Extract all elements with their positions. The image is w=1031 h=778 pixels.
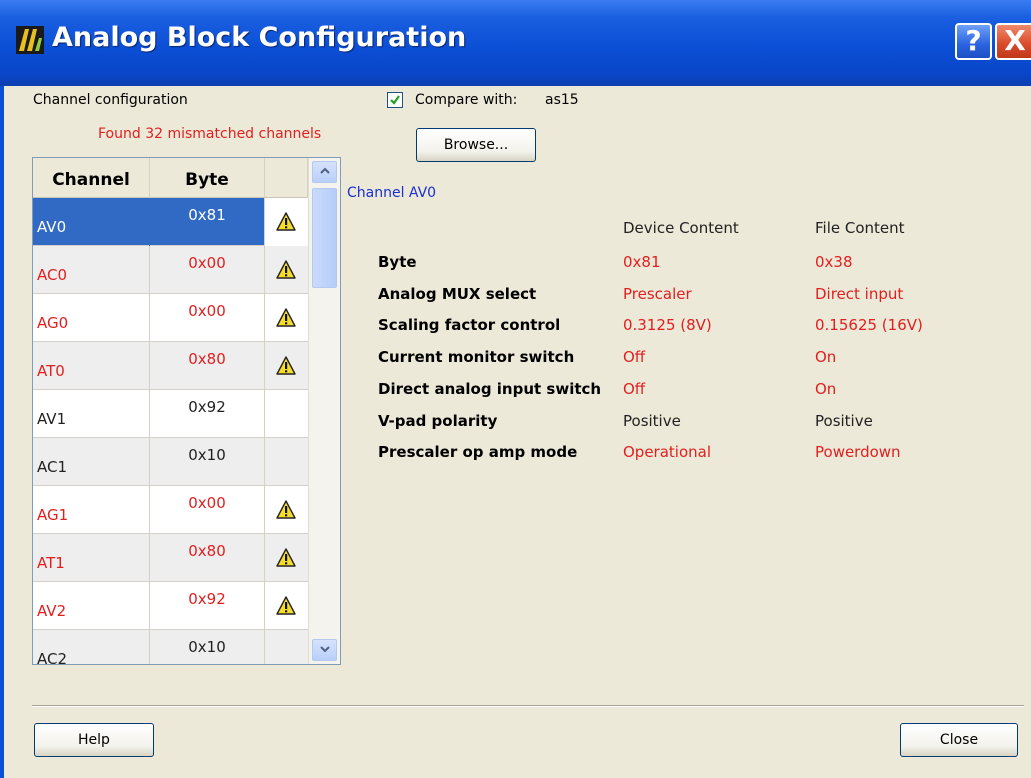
byte-cell: 0x00	[150, 246, 265, 294]
detail-channel-title: Channel AV0	[347, 185, 437, 201]
file-content-header: File Content	[815, 219, 905, 237]
table-scrollbar[interactable]	[308, 158, 340, 664]
chevron-up-icon	[319, 167, 330, 174]
property-name: Direct analog input switch	[378, 380, 602, 398]
channel-cell: AV2	[33, 582, 150, 630]
column-header-status[interactable]	[265, 158, 308, 198]
property-name: Analog MUX select	[378, 285, 537, 303]
title-help-button[interactable]: ?	[955, 23, 992, 60]
status-cell	[265, 534, 308, 582]
compare-checkbox[interactable]	[387, 92, 403, 108]
close-button[interactable]: Close	[900, 723, 1018, 757]
channel-cell: AV0	[33, 198, 150, 246]
channel-cell: AC2	[33, 630, 150, 664]
property-name: Scaling factor control	[378, 316, 561, 334]
table-row[interactable]: AC0 0x00	[33, 246, 308, 294]
channel-cell: AV1	[33, 390, 150, 438]
property-name: Current monitor switch	[378, 348, 575, 366]
byte-cell: 0x80	[150, 534, 265, 582]
compare-label: Compare with:	[415, 92, 518, 108]
table-row[interactable]: AG0 0x00	[33, 294, 308, 342]
column-header-byte[interactable]: Byte	[150, 158, 265, 198]
scroll-down-button[interactable]	[312, 639, 337, 661]
table-row[interactable]: AG1 0x00	[33, 486, 308, 534]
channel-cell: AG0	[33, 294, 150, 342]
warning-icon	[276, 500, 296, 519]
device-value: Operational	[623, 443, 712, 461]
compare-value: as15	[545, 92, 579, 108]
file-value: Positive	[815, 412, 873, 430]
byte-cell: 0x00	[150, 486, 265, 534]
channel-cell: AC0	[33, 246, 150, 294]
app-icon	[16, 26, 44, 54]
table-row[interactable]: AT1 0x80	[33, 534, 308, 582]
device-value: 0.3125 (8V)	[623, 316, 712, 334]
channel-table: Channel Byte AV0 0x81 AC0 0x00 AG0 0x00 AT0 0x8…	[32, 157, 341, 665]
status-cell	[265, 630, 308, 664]
checkmark-icon	[390, 95, 400, 105]
channel-cell: AC1	[33, 438, 150, 486]
status-cell	[265, 582, 308, 630]
status-cell	[265, 486, 308, 534]
window-title: Analog Block Configuration	[52, 22, 467, 53]
file-value: 0.15625 (16V)	[815, 316, 923, 334]
status-cell	[265, 342, 308, 390]
browse-button[interactable]: Browse...	[416, 128, 536, 162]
byte-cell: 0x10	[150, 438, 265, 486]
device-value: Positive	[623, 412, 681, 430]
device-content-header: Device Content	[623, 219, 739, 237]
byte-cell: 0x00	[150, 294, 265, 342]
status-cell	[265, 294, 308, 342]
table-header: Channel Byte	[33, 158, 308, 198]
title-bar[interactable]: Analog Block Configuration ? X	[0, 0, 1031, 86]
property-name: Prescaler op amp mode	[378, 443, 578, 461]
byte-cell: 0x92	[150, 390, 265, 438]
window-border	[0, 86, 4, 778]
file-value: Powerdown	[815, 443, 901, 461]
device-value: Prescaler	[623, 285, 692, 303]
channel-cell: AT0	[33, 342, 150, 390]
file-value: On	[815, 348, 837, 366]
table-row[interactable]: AV2 0x92	[33, 582, 308, 630]
status-cell	[265, 390, 308, 438]
warning-icon	[276, 212, 296, 231]
device-value: 0x81	[623, 253, 661, 271]
column-header-channel[interactable]: Channel	[33, 158, 150, 198]
title-close-button[interactable]: X	[995, 23, 1031, 60]
warning-icon	[276, 596, 296, 615]
byte-cell: 0x80	[150, 342, 265, 390]
byte-cell: 0x92	[150, 582, 265, 630]
warning-icon	[276, 356, 296, 375]
help-button[interactable]: Help	[34, 723, 154, 757]
chevron-down-icon	[319, 646, 330, 653]
scroll-up-button[interactable]	[312, 161, 337, 183]
device-value: Off	[623, 348, 646, 366]
status-cell	[265, 246, 308, 294]
status-cell	[265, 438, 308, 486]
device-value: Off	[623, 380, 646, 398]
warning-icon	[276, 548, 296, 567]
scroll-thumb[interactable]	[312, 188, 337, 288]
byte-cell: 0x10	[150, 630, 265, 664]
byte-cell: 0x81	[150, 198, 265, 246]
channel-cell: AT1	[33, 534, 150, 582]
warning-icon	[276, 260, 296, 279]
table-row[interactable]: AV1 0x92	[33, 390, 308, 438]
status-cell	[265, 198, 308, 246]
table-row[interactable]: AC1 0x10	[33, 438, 308, 486]
table-row[interactable]: AT0 0x80	[33, 342, 308, 390]
file-value: 0x38	[815, 253, 853, 271]
footer-separator	[32, 705, 1024, 707]
table-row[interactable]: AV0 0x81	[33, 198, 308, 246]
property-name: V-pad polarity	[378, 412, 498, 430]
channel-cell: AG1	[33, 486, 150, 534]
table-body: AV0 0x81 AC0 0x00 AG0 0x00 AT0 0x80 AV1 0x92 AC1 0x…	[33, 198, 308, 664]
file-value: Direct input	[815, 285, 904, 303]
mismatch-count-text: Found 32 mismatched channels	[98, 126, 322, 142]
file-value: On	[815, 380, 837, 398]
table-row[interactable]: AC2 0x10	[33, 630, 308, 664]
warning-icon	[276, 308, 296, 327]
channel-config-label: Channel configuration	[33, 92, 188, 108]
property-name: Byte	[378, 253, 417, 271]
